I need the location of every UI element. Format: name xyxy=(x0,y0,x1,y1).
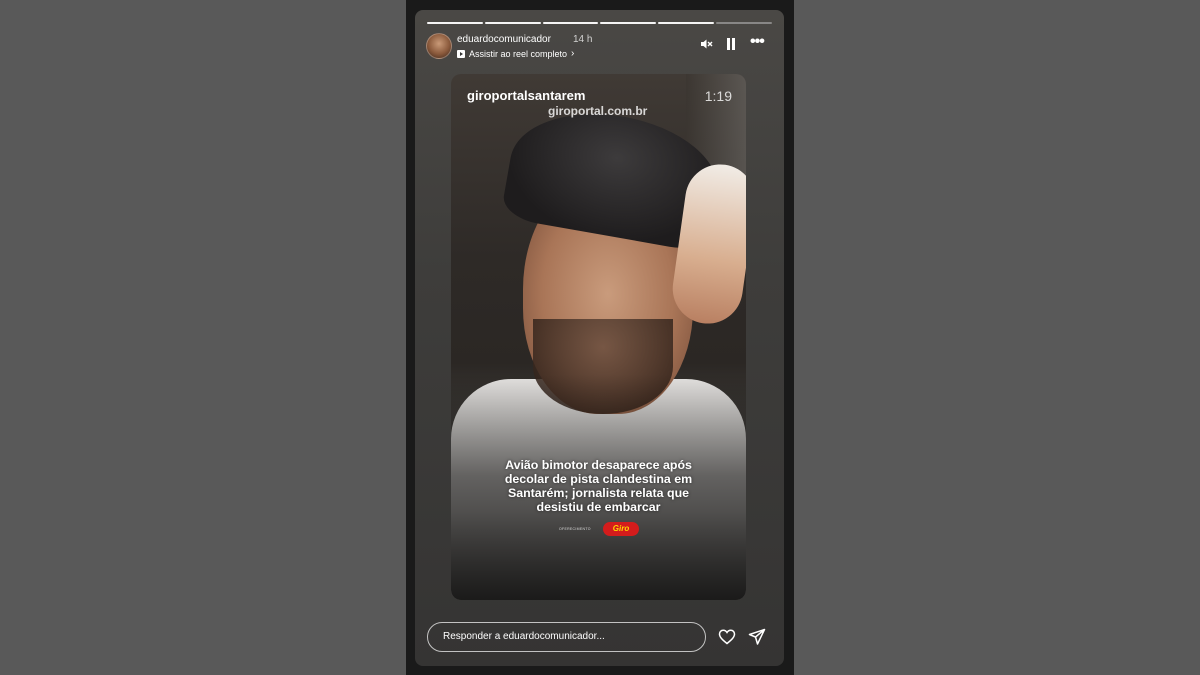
reel-link-label: Assistir ao reel completo xyxy=(469,48,568,59)
progress-segment xyxy=(542,22,599,24)
story-video[interactable]: giroportalsantarem giroportal.com.br 1:1… xyxy=(451,74,746,600)
progress-segment xyxy=(427,22,483,24)
progress-segment xyxy=(600,22,657,24)
sponsor-text: OFERECIMENTO xyxy=(559,527,591,531)
watermark-handle: giroportalsantarem xyxy=(467,88,586,103)
muted-speaker-icon[interactable] xyxy=(699,37,713,56)
story-progress-bar xyxy=(427,22,772,24)
heart-icon[interactable] xyxy=(718,628,736,651)
news-headline: Avião bimotor desaparece após decolar de… xyxy=(504,458,693,514)
send-icon[interactable] xyxy=(748,628,766,651)
progress-segment xyxy=(658,22,715,24)
progress-segment xyxy=(484,22,541,24)
avatar[interactable] xyxy=(426,33,452,59)
sponsor-logo: Giro xyxy=(603,522,639,536)
progress-segment xyxy=(716,22,772,24)
story-header: eduardocomunicador 14 h Assistir ao reel… xyxy=(426,33,770,61)
story-card: eduardocomunicador 14 h Assistir ao reel… xyxy=(415,10,784,666)
watermark-url: giroportal.com.br xyxy=(548,104,648,118)
video-duration: 1:19 xyxy=(704,88,732,104)
reel-icon xyxy=(457,49,465,58)
more-options-icon[interactable]: ••• xyxy=(750,33,765,51)
watch-full-reel-link[interactable]: Assistir ao reel completo › xyxy=(457,48,574,59)
username-link[interactable]: eduardocomunicador xyxy=(457,34,551,45)
pause-icon[interactable] xyxy=(725,37,737,56)
time-ago: 14 h xyxy=(573,34,593,45)
chevron-right-icon: › xyxy=(571,48,575,59)
reply-input[interactable]: Responder a eduardocomunicador... xyxy=(427,622,706,652)
